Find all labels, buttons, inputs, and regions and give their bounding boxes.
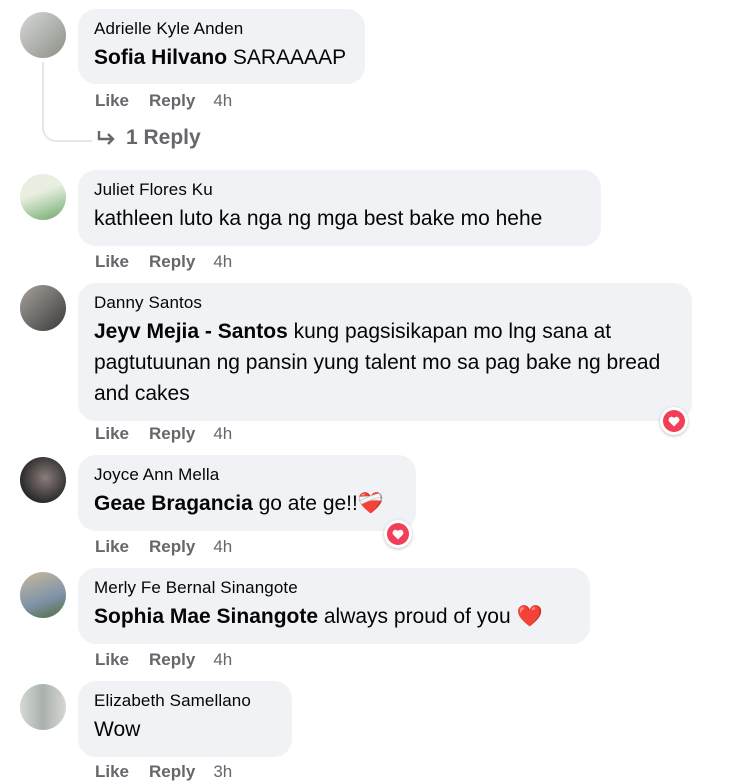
- comment-timestamp[interactable]: 4h: [213, 91, 232, 110]
- comment-text: Sophia Mae Sinangote always proud of you…: [94, 601, 574, 632]
- comment-author[interactable]: Danny Santos: [94, 293, 676, 313]
- mentioned-user[interactable]: Sofia Hilvano: [94, 46, 227, 69]
- red-heart-emoji: ❤️: [516, 605, 543, 628]
- reply-button[interactable]: Reply: [149, 762, 195, 781]
- view-replies-button[interactable]: 1 Reply: [96, 126, 201, 150]
- comment-timestamp[interactable]: 4h: [213, 424, 232, 443]
- comment-actions: Like Reply 3h: [95, 762, 252, 782]
- avatar[interactable]: [20, 457, 66, 503]
- comment-timestamp[interactable]: 3h: [213, 762, 232, 781]
- comment-body: always proud of you: [318, 605, 517, 628]
- comment-text: Geae Bragancia go ate ge!!❤️‍🩹: [94, 488, 400, 519]
- comment-bubble: Juliet Flores Ku kathleen luto ka nga ng…: [78, 170, 601, 246]
- like-button[interactable]: Like: [95, 252, 129, 271]
- like-button[interactable]: Like: [95, 762, 129, 781]
- comment-text: Wow: [94, 718, 141, 741]
- reaction-badge[interactable]: [660, 407, 688, 435]
- comment-bubble: Joyce Ann Mella Geae Bragancia go ate ge…: [78, 455, 416, 531]
- comment-author[interactable]: Juliet Flores Ku: [94, 180, 585, 200]
- mending-heart-emoji: ❤️‍🩹: [357, 492, 385, 515]
- comment-bubble: Adrielle Kyle Anden Sofia Hilvano SARAAA…: [78, 9, 365, 84]
- comment-timestamp[interactable]: 4h: [213, 537, 232, 556]
- reply-button[interactable]: Reply: [149, 252, 195, 271]
- comment-author[interactable]: Merly Fe Bernal Sinangote: [94, 578, 574, 598]
- heart-reaction-icon: [387, 523, 409, 545]
- comment-body: go ate ge!!: [252, 492, 358, 515]
- reply-button[interactable]: Reply: [149, 91, 195, 110]
- like-button[interactable]: Like: [95, 91, 129, 110]
- reaction-badge[interactable]: [384, 520, 412, 548]
- comment-actions: Like Reply 4h: [95, 252, 252, 272]
- like-button[interactable]: Like: [95, 537, 129, 556]
- reply-button[interactable]: Reply: [149, 650, 195, 669]
- reply-button[interactable]: Reply: [149, 424, 195, 443]
- heart-reaction-icon: [663, 410, 685, 432]
- mentioned-user[interactable]: Geae Bragancia: [94, 492, 253, 515]
- like-button[interactable]: Like: [95, 650, 129, 669]
- replies-count: 1 Reply: [126, 126, 201, 149]
- comment-text: kathleen luto ka nga ng mga best bake mo…: [94, 207, 543, 230]
- comment-bubble: Merly Fe Bernal Sinangote Sophia Mae Sin…: [78, 568, 590, 644]
- avatar[interactable]: [20, 12, 66, 58]
- comment-bubble: Danny Santos Jeyv Mejia - Santos kung pa…: [78, 283, 692, 421]
- comment-text: Sofia Hilvano SARAAAAP: [94, 42, 349, 73]
- comment-author[interactable]: Elizabeth Samellano: [94, 691, 276, 711]
- comment-actions: Like Reply 4h: [95, 91, 252, 111]
- avatar[interactable]: [20, 572, 66, 618]
- comment-actions: Like Reply 4h: [95, 424, 252, 444]
- avatar[interactable]: [20, 174, 66, 220]
- reply-arrow-icon: [97, 131, 115, 145]
- comment-bubble: Elizabeth Samellano Wow: [78, 681, 292, 757]
- reply-button[interactable]: Reply: [149, 537, 195, 556]
- comment-body: SARAAAAP: [227, 46, 347, 69]
- comment-timestamp[interactable]: 4h: [213, 252, 232, 271]
- avatar[interactable]: [20, 285, 66, 331]
- comment-text: Jeyv Mejia - Santos kung pagsisikapan mo…: [94, 316, 676, 409]
- like-button[interactable]: Like: [95, 424, 129, 443]
- mentioned-user[interactable]: Sophia Mae Sinangote: [94, 605, 318, 628]
- comment-actions: Like Reply 4h: [95, 537, 252, 557]
- mentioned-user[interactable]: Jeyv Mejia - Santos: [94, 320, 288, 343]
- comment-author[interactable]: Adrielle Kyle Anden: [94, 19, 349, 39]
- comment-author[interactable]: Joyce Ann Mella: [94, 465, 400, 485]
- avatar[interactable]: [20, 684, 66, 730]
- comment-actions: Like Reply 4h: [95, 650, 252, 670]
- comment-timestamp[interactable]: 4h: [213, 650, 232, 669]
